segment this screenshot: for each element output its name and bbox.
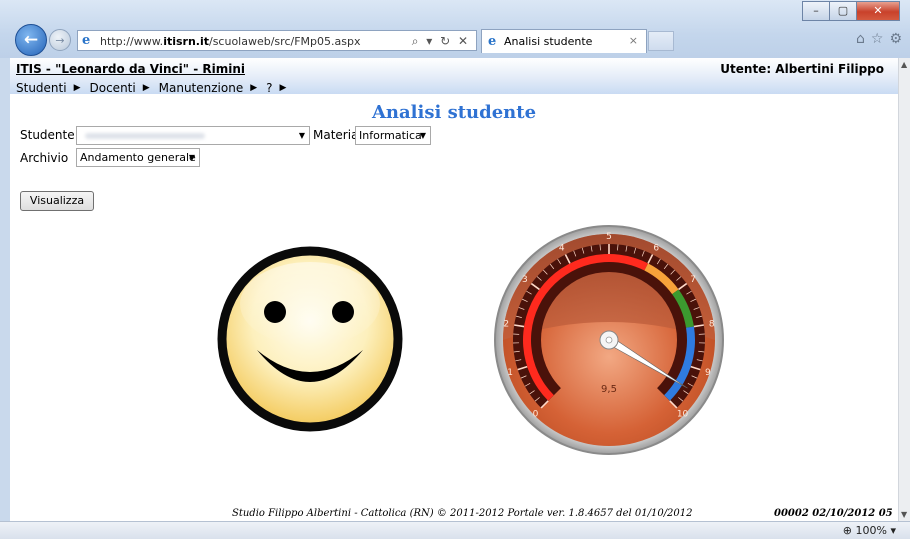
page-title: Analisi studente	[371, 102, 537, 123]
user-label: Utente: Albertini Filippo	[720, 62, 884, 76]
address-url: http://www.itisrn.it/scuolaweb/src/FMp05…	[100, 35, 361, 48]
gauge-tick-label: 6	[653, 243, 659, 253]
archivio-label: Archivio	[20, 151, 69, 165]
student-value-redacted	[85, 133, 205, 139]
main-menu: Studenti ▶ Docenti ▶ Manutenzione ▶ ? ▶	[16, 81, 295, 95]
visualizza-button[interactable]: Visualizza	[20, 191, 94, 211]
tab-title: Analisi studente	[504, 35, 593, 48]
scroll-down-icon[interactable]: ▼	[901, 510, 907, 519]
menu-item-manutenzione[interactable]: Manutenzione ▶	[159, 81, 258, 95]
scroll-up-icon[interactable]: ▲	[901, 60, 907, 69]
minimize-button[interactable]: –	[802, 1, 830, 21]
new-tab-button[interactable]	[648, 31, 674, 51]
school-link[interactable]: ITIS - "Leonardo da Vinci" - Rimini	[16, 62, 245, 76]
vertical-scrollbar[interactable]: ▲ ▼	[898, 58, 910, 521]
grade-gauge: 0 1 2 3 4 5 6 7 8 9 10 9,5	[494, 225, 724, 455]
menu-item-help[interactable]: ? ▶	[266, 81, 286, 95]
gauge-tick-label: 5	[606, 232, 612, 242]
back-arrow-icon: ←	[23, 30, 39, 50]
window-controls: – ▢ ✕	[802, 1, 900, 21]
chevron-down-icon: ▼	[419, 131, 426, 140]
gauge-tick-label: 1	[507, 368, 513, 378]
submenu-arrow-icon: ▶	[250, 83, 258, 93]
gauge-value-label: 9,5	[601, 384, 617, 395]
smiley-face-icon	[217, 246, 403, 432]
footer-credits: Studio Filippo Albertini - Cattolica (RN…	[232, 508, 693, 519]
chevron-down-icon: ▼	[298, 131, 305, 140]
gauge-tick-label: 2	[503, 320, 509, 330]
gauge-tick-label: 9	[705, 368, 711, 378]
forward-button[interactable]: →	[49, 29, 71, 51]
menu-item-studenti[interactable]: Studenti ▶	[16, 81, 81, 95]
browser-tools: ⌂ ☆ ⚙	[856, 31, 902, 47]
archivio-select[interactable]: Andamento generale ▼	[76, 148, 200, 167]
submenu-arrow-icon: ▶	[142, 83, 150, 93]
gauge-tick-label: 8	[709, 320, 715, 330]
materia-select[interactable]: Informatica ▼	[355, 126, 431, 145]
submenu-arrow-icon: ▶	[73, 83, 81, 93]
browser-tab[interactable]: e Analisi studente ×	[481, 29, 647, 53]
address-actions[interactable]: ⌕ ▾ ↻ ✕	[412, 31, 470, 52]
ie-tab-icon: e	[488, 34, 497, 49]
chevron-down-icon: ▼	[188, 153, 195, 162]
address-bar[interactable]: e http://www.itisrn.it/scuolaweb/src/FMp…	[77, 30, 477, 51]
site-header: ITIS - "Leonardo da Vinci" - Rimini Uten…	[10, 58, 898, 95]
forward-arrow-icon: →	[55, 33, 65, 47]
student-select[interactable]: ▼	[76, 126, 310, 145]
gauge-tick-label: 0	[533, 410, 539, 420]
gauge-hub-center	[605, 336, 613, 344]
zoom-control[interactable]: ⊕ 100% ▾	[843, 524, 896, 537]
materia-label: Materia	[313, 128, 359, 142]
footer-info: 00002 02/10/2012 05	[774, 508, 893, 519]
gauge-tick-label: 10	[677, 410, 689, 420]
menu-item-docenti[interactable]: Docenti ▶	[90, 81, 150, 95]
page-viewport: ITIS - "Leonardo da Vinci" - Rimini Uten…	[10, 58, 898, 521]
gauge-tick-label: 7	[690, 275, 696, 285]
browser-titlebar: – ▢ ✕ ← → e http://www.itisrn.it/scuolaw…	[0, 0, 910, 58]
close-button[interactable]: ✕	[856, 1, 900, 21]
tab-close-icon[interactable]: ×	[629, 30, 638, 52]
status-bar: ⊕ 100% ▾	[0, 521, 910, 539]
gauge-tick-label: 3	[522, 275, 528, 285]
zoom-icon: ⊕	[842, 524, 853, 537]
favorites-star-icon[interactable]: ☆	[871, 31, 884, 47]
maximize-button[interactable]: ▢	[829, 1, 857, 21]
submenu-arrow-icon: ▶	[279, 83, 287, 93]
gear-icon[interactable]: ⚙	[889, 31, 902, 47]
home-icon[interactable]: ⌂	[856, 31, 865, 47]
ie-page-icon: e	[82, 33, 91, 48]
gauge-tick-label: 4	[559, 243, 565, 253]
back-button[interactable]: ←	[15, 24, 47, 56]
student-label: Studente	[20, 128, 75, 142]
